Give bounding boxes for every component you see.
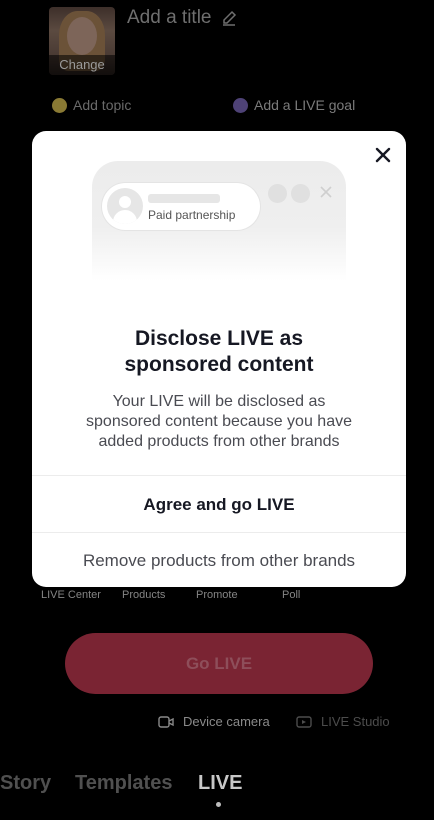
tool-promote[interactable]: Promote: [196, 589, 238, 601]
cover-thumbnail[interactable]: Change: [49, 7, 115, 75]
studio-icon: [296, 715, 312, 728]
dialog-description: Your LIVE will be disclosed as sponsored…: [86, 393, 352, 450]
agree-and-go-live-button[interactable]: Agree and go LIVE: [32, 475, 406, 533]
title-input[interactable]: Add a title: [127, 7, 212, 29]
go-live-button[interactable]: Go LIVE: [65, 633, 373, 694]
tool-poll[interactable]: Poll: [282, 589, 300, 601]
placeholder-circle: [291, 184, 310, 203]
paid-partnership-label: Paid partnership: [148, 208, 236, 222]
active-tab-indicator: [216, 802, 221, 807]
paid-partnership-pill: Paid partnership: [102, 183, 260, 230]
placeholder-circle: [268, 184, 287, 203]
device-camera-option[interactable]: Device camera: [158, 714, 270, 729]
sponsored-disclosure-dialog: Paid partnership Disclose LIVE as sponso…: [32, 131, 406, 587]
pencil-icon[interactable]: [221, 10, 237, 26]
goal-icon: [233, 97, 248, 113]
add-goal-button[interactable]: Add a LIVE goal: [233, 97, 355, 113]
live-studio-option[interactable]: LIVE Studio: [296, 714, 390, 729]
tab-live[interactable]: LIVE: [198, 772, 242, 795]
device-camera-label: Device camera: [183, 714, 270, 729]
tab-templates[interactable]: Templates: [75, 772, 172, 795]
avatar: [107, 188, 143, 224]
change-cover-label[interactable]: Change: [49, 55, 115, 75]
add-topic-label: Add topic: [73, 97, 132, 113]
preview-illustration: Paid partnership: [92, 161, 346, 281]
camera-icon: [158, 715, 174, 728]
tool-products[interactable]: Products: [122, 589, 165, 601]
close-icon: [320, 186, 332, 198]
tool-live-center[interactable]: LIVE Center: [41, 589, 101, 601]
dialog-title: Disclose LIVE as sponsored content: [124, 327, 314, 376]
live-studio-label: LIVE Studio: [321, 714, 390, 729]
add-topic-button[interactable]: Add topic: [52, 97, 131, 113]
close-icon[interactable]: [373, 145, 393, 165]
add-goal-label: Add a LIVE goal: [254, 97, 356, 113]
tab-story[interactable]: Story: [0, 772, 51, 795]
remove-products-button[interactable]: Remove products from other brands: [32, 532, 406, 587]
topic-icon: [52, 97, 67, 113]
